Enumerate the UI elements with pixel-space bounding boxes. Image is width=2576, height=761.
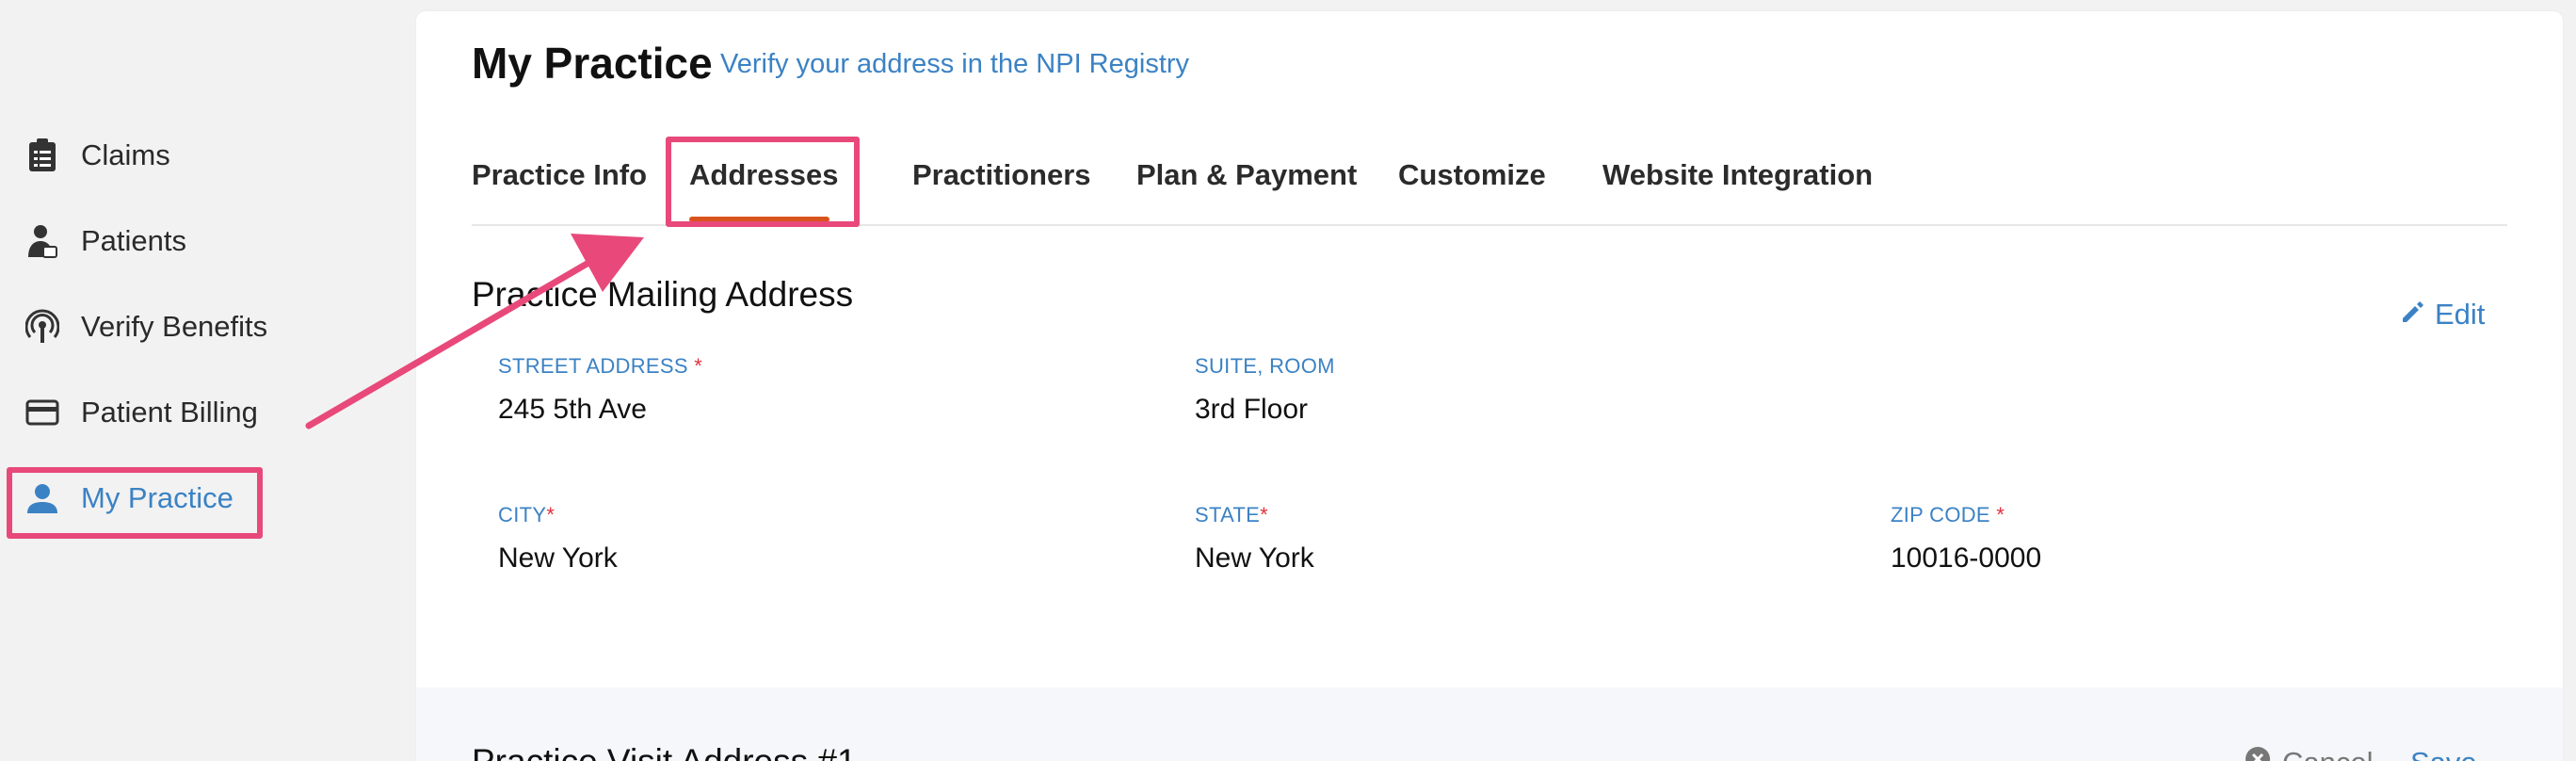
state-value: New York [1195, 542, 1314, 574]
sidebar-item-patient-billing[interactable]: Patient Billing [24, 384, 258, 441]
required-mark: * [1260, 503, 1269, 526]
credit-card-icon [24, 395, 60, 430]
required-mark: * [546, 503, 555, 526]
state-label: STATE* [1195, 503, 1268, 527]
cancel-label: Cancel [2282, 746, 2374, 761]
signal-icon [24, 309, 60, 345]
save-button[interactable]: Save [2410, 746, 2477, 761]
tab-practice-info[interactable]: Practice Info [472, 158, 647, 192]
street-address-label: STREET ADDRESS * [498, 354, 702, 379]
mailing-address-title: Practice Mailing Address [472, 275, 854, 314]
suite-room-label: SUITE, ROOM [1195, 354, 1335, 378]
visit-address-title: Practice Visit Address #1 [472, 742, 857, 761]
sidebar-item-label: Patients [81, 224, 187, 257]
sidebar-item-claims[interactable]: Claims [24, 127, 170, 184]
tab-website-integration[interactable]: Website Integration [1602, 158, 1873, 192]
state-label-text: STATE [1195, 503, 1261, 526]
sidebar-item-label: Verify Benefits [81, 310, 268, 343]
edit-button[interactable]: Edit [2401, 298, 2485, 332]
zip-code-label: ZIP CODE * [1891, 503, 2004, 527]
sidebar-item-patients[interactable]: Patients [24, 213, 186, 269]
sidebar: Claims Patients Verify Benefits Patient … [0, 0, 414, 761]
visit-address-section: Practice Visit Address #1 Cancel Save [416, 688, 2563, 761]
tab-practitioners[interactable]: Practitioners [912, 158, 1091, 192]
person-icon [24, 223, 60, 259]
sidebar-item-label: Claims [81, 138, 170, 171]
zip-code-label-text: ZIP CODE [1891, 503, 1990, 526]
close-circle-icon [2245, 746, 2271, 761]
clipboard-icon [24, 138, 60, 173]
zip-code-value: 10016-0000 [1891, 542, 2042, 574]
verify-npi-link[interactable]: Verify your address in the NPI Registry [720, 49, 1189, 80]
pencil-icon [2401, 298, 2425, 332]
page-title: My Practice [472, 39, 713, 88]
street-address-label-text: STREET ADDRESS [498, 354, 688, 378]
edit-label: Edit [2435, 298, 2486, 331]
tab-customize[interactable]: Customize [1398, 158, 1546, 192]
city-label: CITY* [498, 503, 555, 527]
tab-plan-payment[interactable]: Plan & Payment [1136, 158, 1357, 192]
annotation-box-my-practice [7, 467, 263, 539]
sidebar-item-verify-benefits[interactable]: Verify Benefits [24, 299, 267, 355]
annotation-box-addresses [666, 137, 860, 227]
main-card: My Practice Verify your address in the N… [416, 11, 2563, 761]
cancel-button[interactable]: Cancel [2245, 746, 2374, 761]
street-address-value: 245 5th Ave [498, 394, 647, 425]
required-mark: * [1996, 503, 2005, 526]
suite-room-value: 3rd Floor [1195, 394, 1309, 425]
city-label-text: CITY [498, 503, 547, 526]
sidebar-item-label: Patient Billing [81, 396, 258, 429]
required-mark: * [694, 354, 703, 378]
city-value: New York [498, 542, 618, 574]
